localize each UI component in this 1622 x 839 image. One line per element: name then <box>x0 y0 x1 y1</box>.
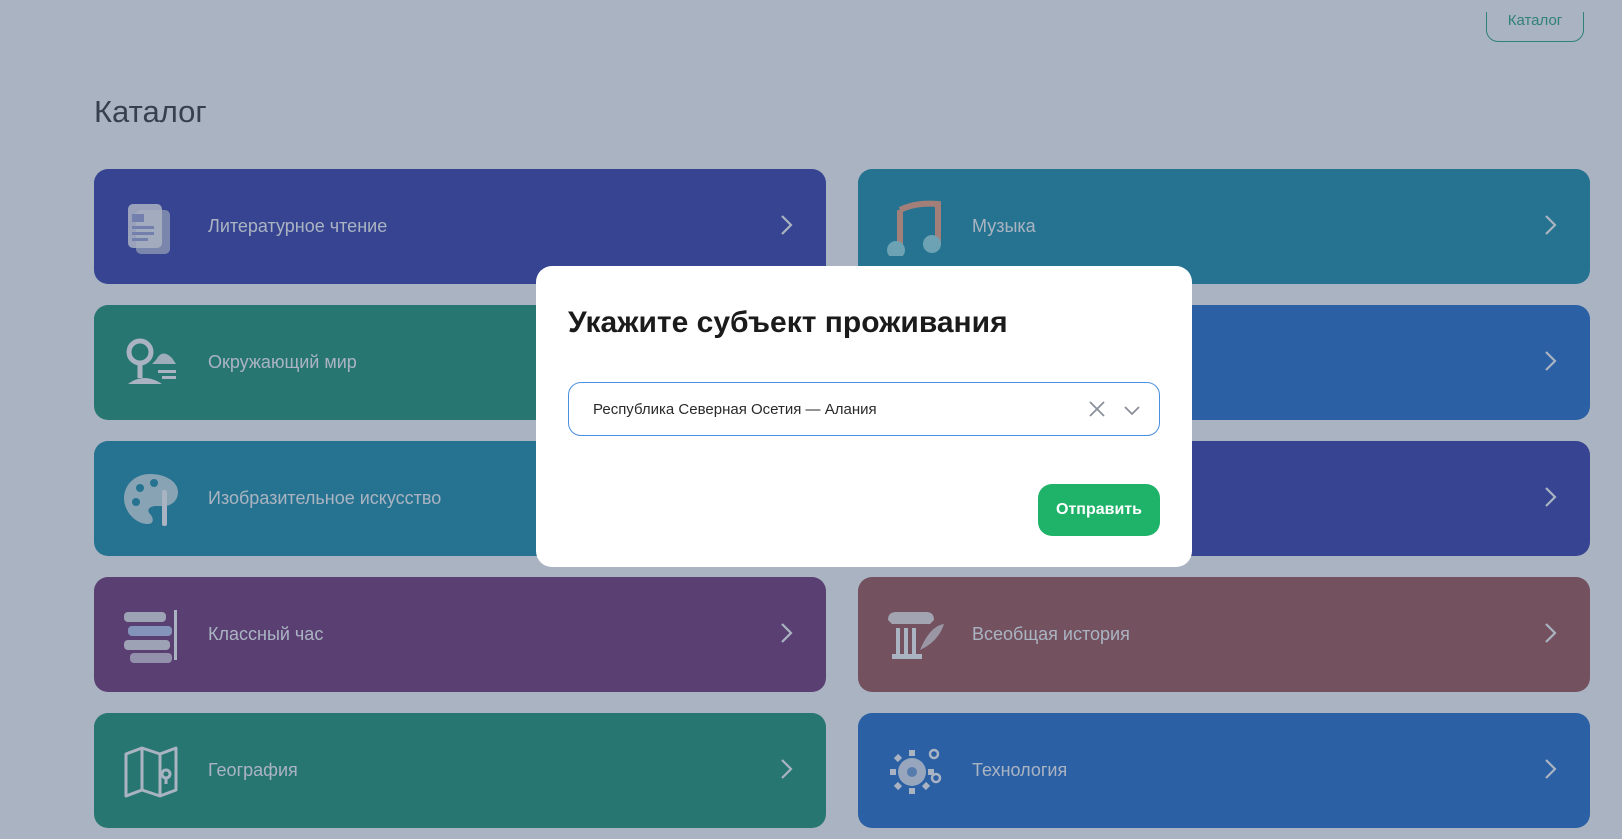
region-select-value: Республика Северная Осетия — Алания <box>593 400 877 418</box>
region-modal: Укажите субъект проживания Республика Се… <box>536 266 1192 567</box>
clear-icon[interactable] <box>1087 399 1107 419</box>
modal-title: Укажите субъект проживания <box>568 306 1008 339</box>
chevron-down-icon[interactable] <box>1123 402 1141 418</box>
region-select[interactable]: Республика Северная Осетия — Алания <box>568 382 1160 436</box>
submit-button[interactable]: Отправить <box>1038 484 1160 536</box>
